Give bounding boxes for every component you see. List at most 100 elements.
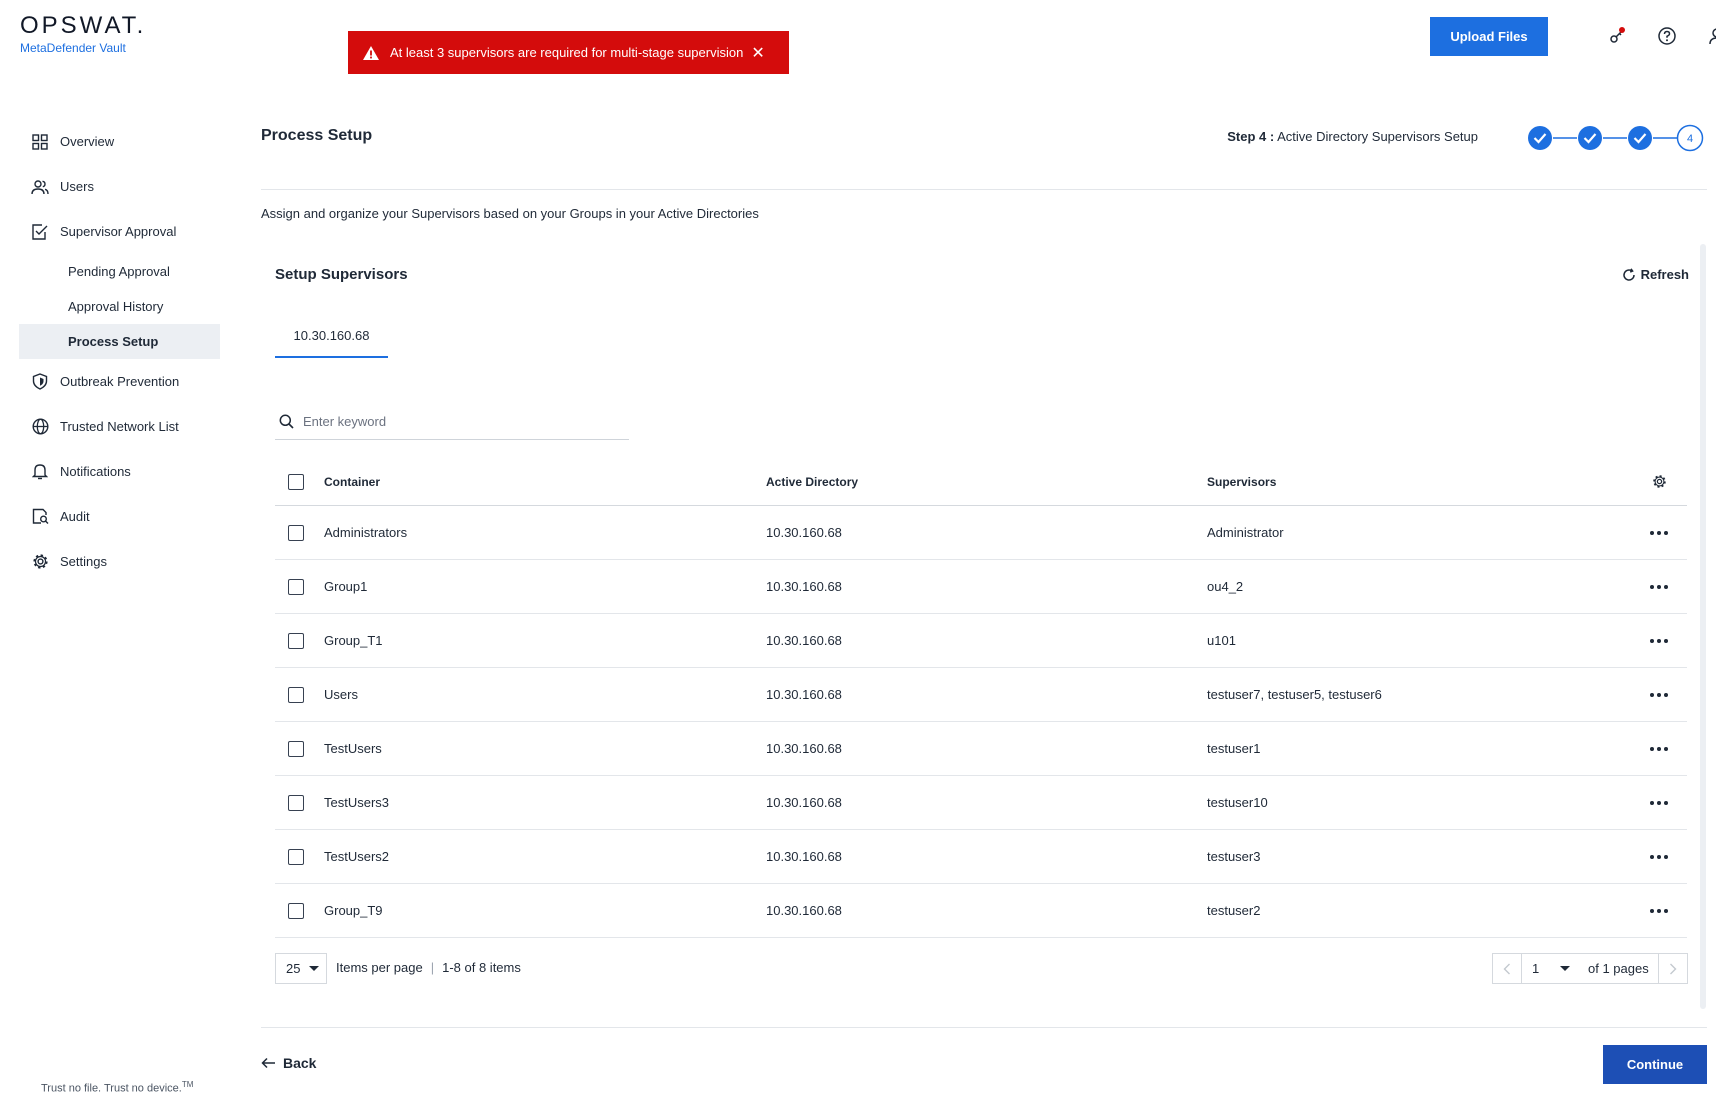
continue-button[interactable]: Continue (1603, 1045, 1707, 1084)
cell-active-directory: 10.30.160.68 (766, 579, 842, 594)
table-row[interactable]: Users 10.30.160.68 testuser7, testuser5,… (275, 668, 1687, 722)
step-3-done (1628, 126, 1652, 150)
step-indicator-text: Step 4 : Active Directory Supervisors Se… (1227, 129, 1478, 144)
arrow-left-icon (261, 1057, 276, 1069)
table-row[interactable]: Administrators 10.30.160.68 Administrato… (275, 506, 1687, 560)
table-row[interactable]: TestUsers 10.30.160.68 testuser1 (275, 722, 1687, 776)
cell-active-directory: 10.30.160.68 (766, 795, 842, 810)
table-row[interactable]: Group_T9 10.30.160.68 testuser2 (275, 884, 1687, 938)
column-header-supervisors[interactable]: Supervisors (1207, 475, 1631, 489)
row-actions-icon[interactable] (1631, 854, 1687, 859)
product-name: MetaDefender Vault (20, 41, 126, 55)
refresh-icon (1622, 267, 1636, 282)
column-header-active-directory[interactable]: Active Directory (766, 475, 1207, 489)
per-page-label: Items per page (336, 960, 423, 975)
pagination-nav: 1 of 1 pages (1492, 953, 1688, 984)
row-checkbox[interactable] (288, 578, 304, 595)
column-settings-icon[interactable] (1631, 474, 1687, 489)
table-row[interactable]: Group_T1 10.30.160.68 u101 (275, 614, 1687, 668)
row-actions-icon[interactable] (1631, 746, 1687, 751)
row-actions-icon[interactable] (1631, 692, 1687, 697)
cell-container: TestUsers (324, 741, 382, 756)
error-toast: At least 3 supervisors are required for … (348, 31, 789, 74)
sidebar-subitem-label: Process Setup (68, 334, 159, 349)
row-checkbox[interactable] (288, 686, 304, 703)
help-icon[interactable] (1655, 24, 1679, 48)
sidebar-subitem-pending-approval[interactable]: Pending Approval (19, 254, 220, 289)
row-actions-icon[interactable] (1631, 800, 1687, 805)
search-input[interactable] (303, 413, 603, 429)
users-icon (31, 178, 49, 196)
row-checkbox[interactable] (288, 524, 304, 541)
next-page-button[interactable] (1658, 954, 1687, 983)
sidebar-subitem-approval-history[interactable]: Approval History (19, 289, 220, 324)
cell-supervisors: testuser2 (1207, 903, 1261, 918)
cell-active-directory: 10.30.160.68 (766, 687, 842, 702)
sidebar-item-audit[interactable]: Audit (19, 494, 220, 539)
row-actions-icon[interactable] (1631, 638, 1687, 643)
bell-icon (31, 463, 49, 481)
page-size-select[interactable]: 25 (275, 953, 327, 984)
step-1-done (1528, 126, 1552, 150)
row-checkbox[interactable] (288, 794, 304, 811)
cell-container: TestUsers3 (324, 795, 390, 810)
refresh-button[interactable]: Refresh (1622, 267, 1689, 282)
sidebar-item-label: Settings (60, 554, 107, 569)
sidebar-item-settings[interactable]: Settings (19, 539, 220, 584)
sidebar-item-label: Trusted Network List (60, 419, 179, 434)
cell-container: TestUsers2 (324, 849, 390, 864)
sidebar-item-trusted-network-list[interactable]: Trusted Network List (19, 404, 220, 449)
row-checkbox-cell (275, 794, 324, 811)
tab-active-directory[interactable]: 10.30.160.68 (275, 318, 388, 358)
cell-container: Group1 (324, 579, 368, 594)
cell-supervisors: Administrator (1207, 525, 1284, 540)
cell-supervisors: testuser7, testuser5, testuser6 (1207, 687, 1382, 702)
sidebar-subitem-process-setup[interactable]: Process Setup (19, 324, 220, 359)
gear-icon (31, 553, 49, 571)
sidebar-item-label: Overview (60, 134, 115, 149)
table-row[interactable]: TestUsers3 10.30.160.68 testuser10 (275, 776, 1687, 830)
page-select[interactable]: 1 (1522, 961, 1580, 976)
row-checkbox[interactable] (288, 632, 304, 649)
cell-supervisors: u101 (1207, 633, 1236, 648)
row-checkbox[interactable] (288, 848, 304, 865)
sidebar-item-outbreak-prevention[interactable]: Outbreak Prevention (19, 359, 220, 404)
page-description: Assign and organize your Supervisors bas… (261, 206, 759, 221)
header-checkbox-cell (275, 473, 324, 490)
sidebar-item-users[interactable]: Users (19, 164, 220, 209)
row-actions-icon[interactable] (1631, 908, 1687, 913)
page-title: Process Setup (261, 127, 373, 144)
logo[interactable]: OPSWAT. MetaDefender Vault (20, 12, 146, 55)
row-checkbox[interactable] (288, 740, 304, 757)
sidebar-item-supervisor-approval[interactable]: Supervisor Approval (19, 209, 220, 254)
upload-files-button[interactable]: Upload Files (1430, 17, 1548, 56)
sidebar-item-notifications[interactable]: Notifications (19, 449, 220, 494)
scrollbar[interactable] (1700, 244, 1706, 1009)
toast-message: At least 3 supervisors are required for … (390, 45, 744, 60)
user-icon[interactable] (1705, 24, 1716, 48)
table-row[interactable]: Group1 10.30.160.68 ou4_2 (275, 560, 1687, 614)
footer-divider (261, 1027, 1707, 1028)
table-row[interactable]: TestUsers2 10.30.160.68 testuser3 (275, 830, 1687, 884)
close-icon[interactable]: ✕ (751, 43, 764, 63)
back-button[interactable]: Back (261, 1055, 316, 1071)
column-header-container[interactable]: Container (324, 475, 766, 489)
row-checkbox[interactable] (288, 902, 304, 919)
row-checkbox-cell (275, 848, 324, 865)
search-box[interactable] (275, 403, 629, 440)
row-checkbox-cell (275, 578, 324, 595)
sidebar-item-label: Notifications (60, 464, 131, 479)
sidebar-subitem-label: Pending Approval (68, 264, 170, 279)
cell-supervisors: ou4_2 (1207, 579, 1244, 594)
select-all-checkbox[interactable] (288, 473, 304, 490)
tagline: Trust no file. Trust no device.TM (41, 1080, 193, 1095)
globe-icon (31, 418, 49, 436)
chevron-down-icon (309, 966, 320, 971)
prev-page-button[interactable] (1493, 954, 1522, 983)
sidebar-item-overview[interactable]: Overview (19, 119, 220, 164)
grid-icon (31, 133, 49, 151)
cell-active-directory: 10.30.160.68 (766, 849, 842, 864)
row-actions-icon[interactable] (1631, 530, 1687, 535)
notification-key-icon[interactable] (1605, 24, 1629, 48)
row-actions-icon[interactable] (1631, 584, 1687, 589)
